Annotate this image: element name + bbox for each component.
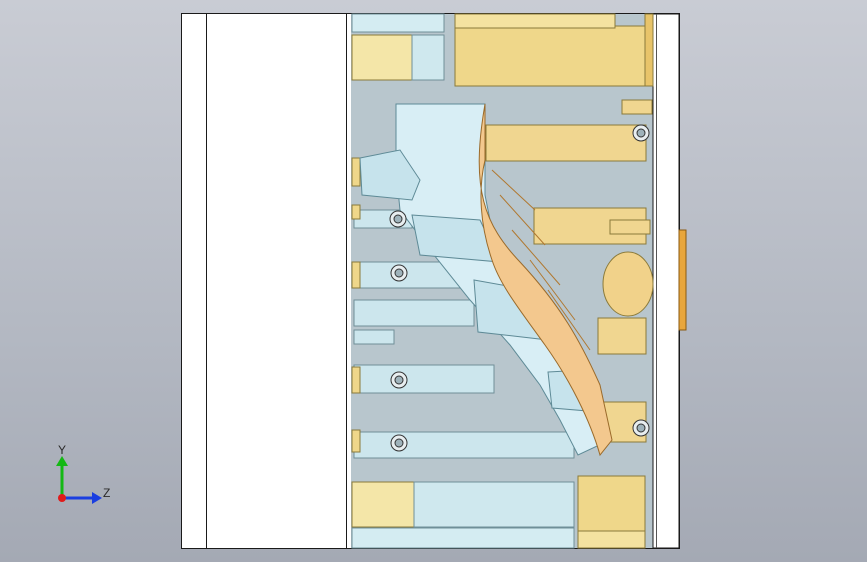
triad-z-label: Z bbox=[103, 486, 111, 500]
guide-pillar-bottom-right bbox=[577, 475, 646, 532]
guide-bushing-bottom-left bbox=[351, 481, 415, 528]
coordinate-triad bbox=[56, 456, 102, 504]
guide-pin-top-left bbox=[411, 34, 445, 81]
mold-assembly-view[interactable] bbox=[0, 0, 867, 562]
sprue-bushing bbox=[602, 251, 654, 317]
sprue-gate bbox=[678, 229, 687, 331]
graphics-viewport[interactable]: Y Z bbox=[0, 0, 867, 562]
guide-pillar-top-end bbox=[644, 13, 654, 87]
guide-flange-bottom-left bbox=[351, 527, 575, 549]
guide-flange-top-left bbox=[351, 13, 445, 33]
guide-bushing-top-left bbox=[351, 34, 413, 81]
guide-pin-bottom-left bbox=[413, 481, 575, 528]
guide-pillar-top-cap bbox=[454, 13, 616, 29]
triad-y-label: Y bbox=[58, 443, 67, 457]
guide-pillar-top-right bbox=[454, 25, 646, 87]
guide-pillar-bottom-cap bbox=[577, 530, 646, 549]
